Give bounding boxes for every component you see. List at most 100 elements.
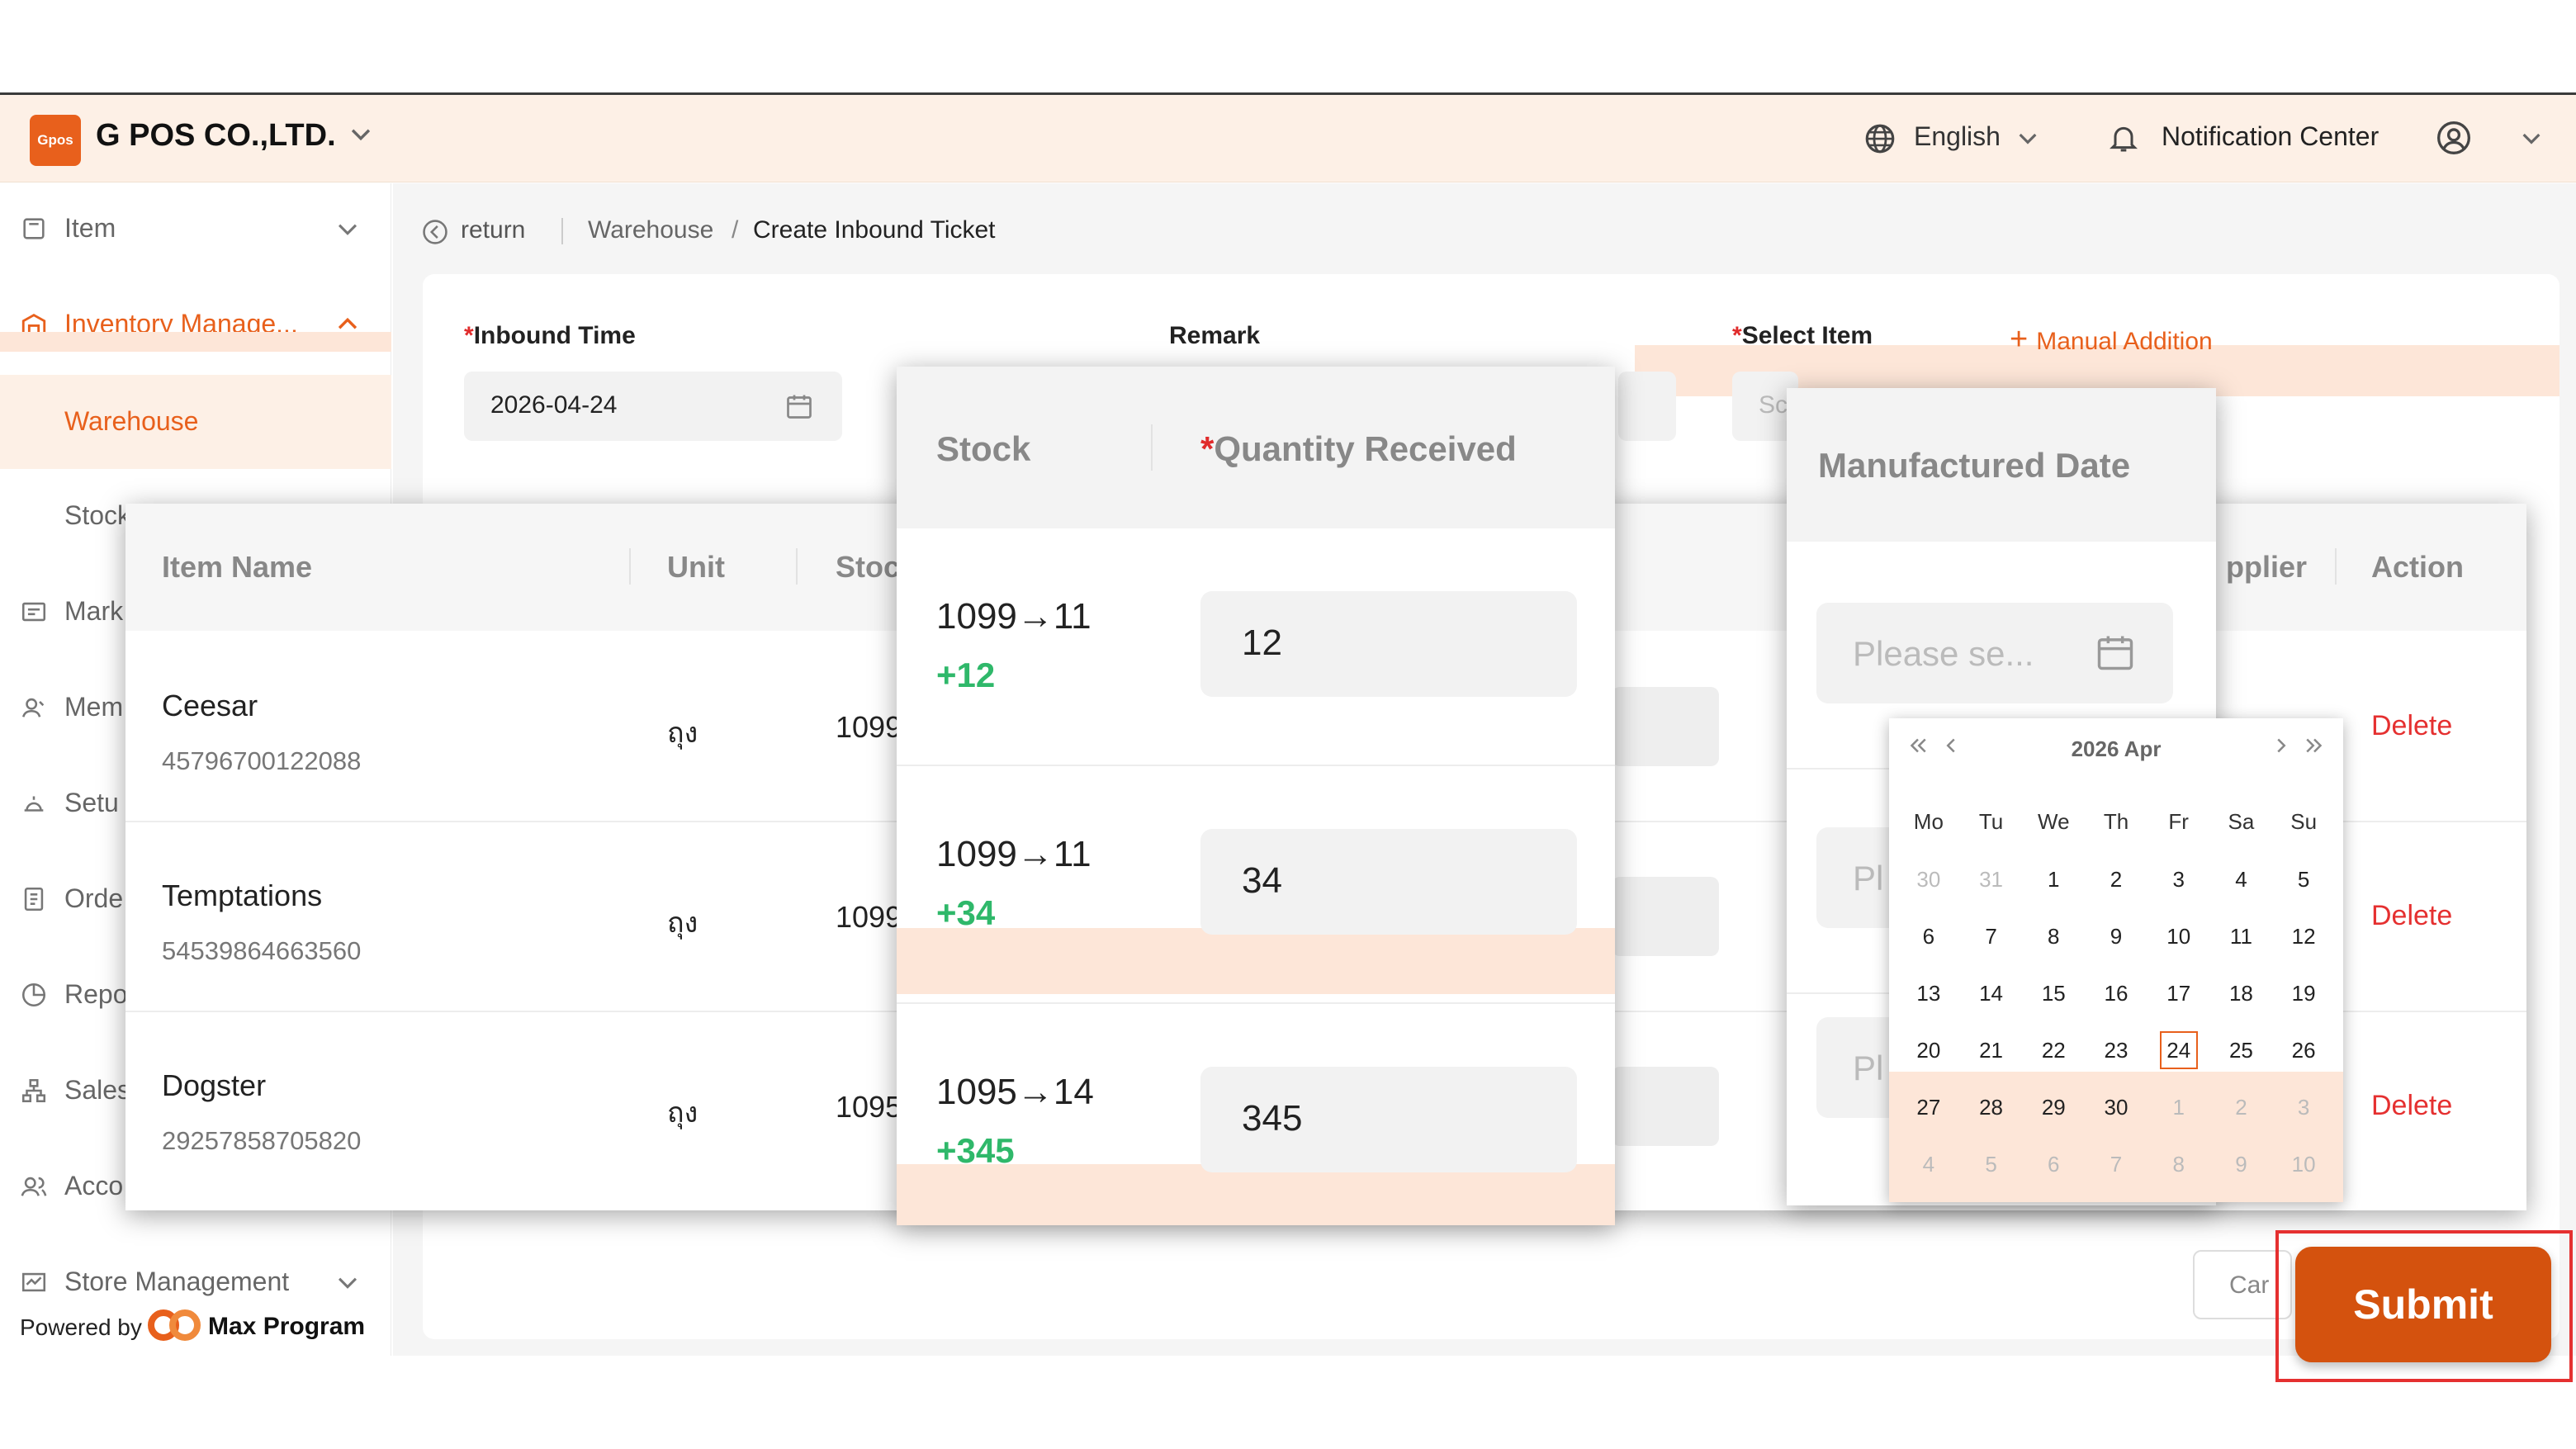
calendar-day[interactable]: 9 xyxy=(2085,916,2147,973)
quantity-received-input[interactable]: 12 xyxy=(1200,591,1577,697)
calendar-day[interactable]: 16 xyxy=(2085,973,2147,1030)
delete-button[interactable]: Delete xyxy=(2371,900,2452,932)
quantity-input[interactable] xyxy=(1612,687,1719,766)
calendar-day[interactable]: 7 xyxy=(2085,1144,2147,1200)
calendar-day[interactable]: 11 xyxy=(2210,916,2273,973)
col-unit: Unit xyxy=(667,550,725,584)
calendar-day[interactable]: 3 xyxy=(2147,859,2210,916)
select-item-label: *Select Item xyxy=(1732,322,1873,349)
quantity-input[interactable] xyxy=(1612,1067,1719,1146)
user-avatar-icon[interactable] xyxy=(2436,120,2472,156)
next-year-icon[interactable] xyxy=(2302,733,2327,758)
back-arrow-icon[interactable] xyxy=(421,218,449,246)
quantity-received-input[interactable]: 34 xyxy=(1200,829,1577,935)
calendar-day[interactable]: 19 xyxy=(2272,973,2335,1030)
sidebar-item-inventory[interactable]: Inventory Manage... xyxy=(0,289,391,363)
calendar-day[interactable]: 29 xyxy=(2022,1087,2085,1144)
quantity-received-input[interactable]: 345 xyxy=(1200,1067,1577,1172)
weekday-label: Fr xyxy=(2168,809,2189,834)
calendar-day[interactable]: 22 xyxy=(2022,1030,2085,1087)
breadcrumb-current: Create Inbound Ticket xyxy=(753,216,996,244)
next-month-icon[interactable] xyxy=(2269,733,2294,758)
weekday-label: Mo xyxy=(1913,809,1944,834)
company-name[interactable]: G POS CO.,LTD. xyxy=(96,118,336,154)
quantity-input[interactable] xyxy=(1612,877,1719,956)
calendar-day[interactable]: 6 xyxy=(1897,916,1960,973)
item-stock: 1099 xyxy=(836,900,902,934)
calendar-day[interactable]: 26 xyxy=(2272,1030,2335,1087)
manual-addition-button[interactable]: + Manual Addition xyxy=(2010,322,2213,358)
inbound-time-value: 2026-04-24 xyxy=(490,391,618,419)
calendar-day[interactable]: 21 xyxy=(1960,1030,2023,1087)
calendar-day[interactable]: 30 xyxy=(1897,859,1960,916)
calendar-day[interactable]: 8 xyxy=(2022,916,2085,973)
calendar-day[interactable]: 23 xyxy=(2085,1030,2147,1087)
item-unit: ถุง xyxy=(667,907,698,939)
inbound-time-field[interactable]: 2026-04-24 xyxy=(464,372,842,441)
calendar-day[interactable]: 17 xyxy=(2147,973,2210,1030)
calendar-day[interactable]: 6 xyxy=(2022,1144,2085,1200)
sidebar-item-warehouse[interactable]: Warehouse xyxy=(0,375,391,469)
calendar-day[interactable]: 20 xyxy=(1897,1030,1960,1087)
item-barcode: 45796700122088 xyxy=(162,746,362,775)
sidebar-item-label: Store Management xyxy=(64,1267,290,1296)
sidebar-highlight xyxy=(0,332,391,352)
calendar-day[interactable]: 18 xyxy=(2210,973,2273,1030)
calendar-day[interactable]: 15 xyxy=(2022,973,2085,1030)
calendar-day[interactable]: 10 xyxy=(2147,916,2210,973)
calendar-day[interactable]: 7 xyxy=(1960,916,2023,973)
calendar-day[interactable]: 9 xyxy=(2210,1144,2273,1200)
calendar-day[interactable]: 3 xyxy=(2272,1087,2335,1144)
item-name: Temptations xyxy=(162,878,323,912)
notification-center-link[interactable]: Notification Center xyxy=(2162,121,2379,152)
bell-icon[interactable] xyxy=(2107,120,2140,156)
remark-label: Remark xyxy=(1169,322,1261,349)
calendar-day[interactable]: 28 xyxy=(1960,1087,2023,1144)
item-unit: ถุง xyxy=(667,1097,698,1129)
calendar-day[interactable]: 14 xyxy=(1960,973,2023,1030)
chevron-down-icon[interactable] xyxy=(2015,125,2041,151)
date-placeholder: Pl xyxy=(1853,1049,1884,1087)
calendar-day[interactable]: 4 xyxy=(1897,1144,1960,1200)
breadcrumb-warehouse[interactable]: Warehouse xyxy=(588,216,713,244)
calendar-day[interactable]: 1 xyxy=(2022,859,2085,916)
sidebar-item-store-management[interactable]: Store Management xyxy=(0,1247,391,1296)
calendar-day[interactable]: 1 xyxy=(2147,1087,2210,1144)
manufactured-date-input[interactable]: Please se... xyxy=(1816,603,2173,703)
calendar-day[interactable]: 5 xyxy=(2272,859,2335,916)
submit-button[interactable]: Submit xyxy=(2295,1247,2551,1362)
calendar-day[interactable]: 2 xyxy=(2210,1087,2273,1144)
calendar-day-selected[interactable]: 24 xyxy=(2147,1030,2210,1087)
weekday-label: Th xyxy=(2103,809,2129,834)
item-stock: 1095 xyxy=(836,1090,902,1124)
return-link[interactable]: return xyxy=(461,216,525,244)
calendar-day[interactable]: 5 xyxy=(1960,1144,2023,1200)
delete-button[interactable]: Delete xyxy=(2371,1090,2452,1122)
globe-icon[interactable] xyxy=(1863,121,1897,156)
language-selector[interactable]: English xyxy=(1914,121,2001,152)
calendar-day[interactable]: 8 xyxy=(2147,1144,2210,1200)
chevron-down-icon[interactable] xyxy=(2518,125,2545,151)
calendar-day[interactable]: 10 xyxy=(2272,1144,2335,1200)
remark-input[interactable] xyxy=(1618,372,1676,441)
delete-button[interactable]: Delete xyxy=(2371,710,2452,742)
breadcrumb-separator: / xyxy=(732,216,739,244)
inbound-time-label: *Inbound Time xyxy=(464,322,636,349)
calendar-day[interactable]: 13 xyxy=(1897,973,1960,1030)
calendar-day[interactable]: 2 xyxy=(2085,859,2147,916)
calendar-day[interactable]: 4 xyxy=(2210,859,2273,916)
chevron-down-icon xyxy=(338,224,358,235)
date-picker: 2026 Apr Mo Tu We Th Fr Sa Su 30 31 1 2 3 4 5 6 7 8 9 10 11… xyxy=(1889,718,2343,1202)
stock-change: 1099→11 xyxy=(936,596,1091,637)
sidebar-item-item[interactable]: Item xyxy=(0,193,391,268)
chevron-down-icon xyxy=(338,1277,358,1289)
calendar-day[interactable]: 30 xyxy=(2085,1087,2147,1144)
calendar-day[interactable]: 25 xyxy=(2210,1030,2273,1087)
chevron-down-icon[interactable] xyxy=(347,120,375,148)
store-icon xyxy=(21,1272,46,1292)
calendar-day[interactable]: 31 xyxy=(1960,859,2023,916)
setup-icon xyxy=(24,796,44,812)
col-stock: Stock xyxy=(936,429,1031,468)
calendar-day[interactable]: 12 xyxy=(2272,916,2335,973)
calendar-day[interactable]: 27 xyxy=(1897,1087,1960,1144)
